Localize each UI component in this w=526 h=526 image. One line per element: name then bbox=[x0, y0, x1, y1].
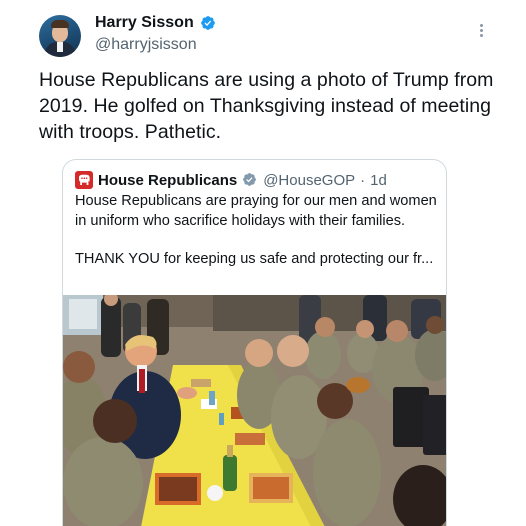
quoted-separator: · bbox=[360, 171, 366, 189]
quoted-tweet-header: House Republicans @HouseGOP · 1d bbox=[75, 171, 387, 189]
quoted-handle[interactable]: @HouseGOP bbox=[263, 172, 355, 189]
tweet-card: Harry Sisson @harryjsisson House Republi… bbox=[0, 0, 526, 526]
tweet-text: House Republicans are using a photo of T… bbox=[39, 69, 494, 143]
author-name-row: Harry Sisson bbox=[95, 14, 216, 32]
author-display-name[interactable]: Harry Sisson bbox=[95, 14, 194, 32]
quoted-tweet-text: House Republicans are praying for our me… bbox=[75, 192, 440, 270]
verified-badge-icon bbox=[200, 15, 216, 31]
troops-dinner-photo[interactable] bbox=[63, 295, 447, 526]
more-options-icon[interactable] bbox=[474, 24, 488, 40]
quoted-timestamp[interactable]: 1d bbox=[370, 172, 387, 189]
author-avatar[interactable] bbox=[39, 15, 81, 57]
quoted-text-paragraph-1: House Republicans are praying for our me… bbox=[75, 193, 437, 229]
quoted-tweet[interactable]: House Republicans @HouseGOP · 1d House R… bbox=[62, 159, 447, 526]
quoted-text-paragraph-2: THANK YOU for keeping us safe and protec… bbox=[75, 251, 434, 268]
gop-elephant-logo bbox=[75, 171, 93, 189]
verified-badge-icon bbox=[242, 172, 258, 188]
quoted-display-name[interactable]: House Republicans bbox=[98, 172, 237, 189]
author-handle[interactable]: @harryjsisson bbox=[95, 36, 197, 54]
